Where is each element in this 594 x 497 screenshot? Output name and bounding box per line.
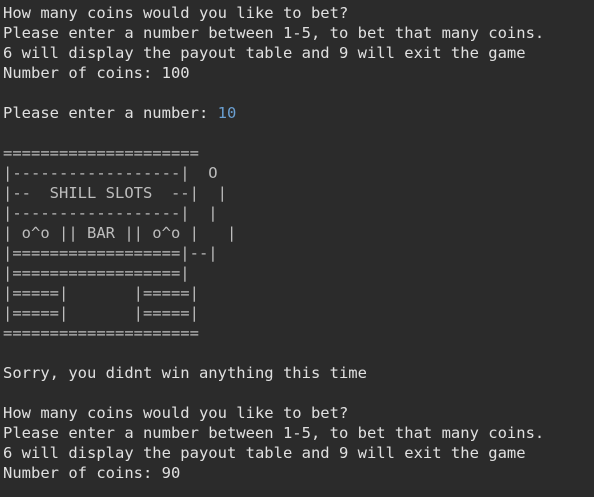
coin-count-line: Number of coins: 90 [3,464,181,482]
bet-options-line: 6 will display the payout table and 9 wi… [3,44,526,62]
number-entry-line: Please enter a number: 10 [3,103,594,123]
slot-art-line: |-- SHILL SLOTS --| | [3,184,227,202]
bet-question-line: How many coins would you like to bet? [3,4,349,22]
slot-art-line: ===================== [3,144,199,162]
result-message: Sorry, you didnt win anything this time [3,364,367,382]
console-output: How many coins would you like to bet? Pl… [0,0,594,497]
number-entry-label: Please enter a number: [3,104,218,122]
slot-art-line: |------------------| O [3,164,218,182]
slot-art-line: |=====| |=====| [3,284,199,302]
slot-art-line: |==================|--| [3,244,218,262]
bet-instructions-line: Please enter a number between 1-5, to be… [3,24,545,42]
slot-art-line: |=====| |=====| [3,304,199,322]
coin-count-line: Number of coins: 100 [3,64,190,82]
slot-art-line: ===================== [3,324,199,342]
bet-instructions-line: Please enter a number between 1-5, to be… [3,424,545,442]
slot-art-line: |==================| [3,264,190,282]
slot-art-line: |------------------| | [3,204,218,222]
slot-art-line: | o^o || BAR || o^o | | [3,224,237,242]
bet-question-line: How many coins would you like to bet? [3,404,349,422]
number-entry-value: 10 [217,104,237,122]
bet-options-line: 6 will display the payout table and 9 wi… [3,444,526,462]
slot-machine-art: ===================== |-----------------… [3,143,594,343]
